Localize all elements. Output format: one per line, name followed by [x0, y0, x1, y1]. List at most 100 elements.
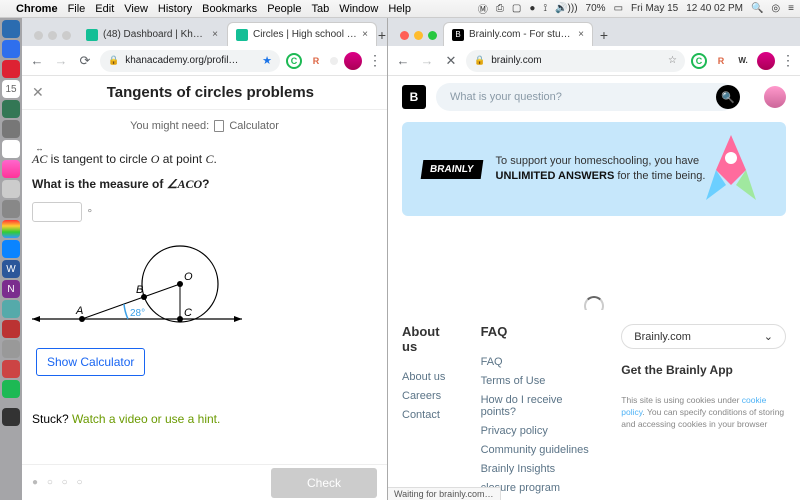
footer-link-contact[interactable]: Contact — [402, 409, 457, 421]
app-name[interactable]: Chrome — [16, 3, 58, 15]
dock-safari-icon[interactable] — [2, 40, 20, 58]
user-avatar[interactable] — [764, 86, 786, 108]
dock-appstore-icon[interactable] — [2, 240, 20, 258]
banner-logo: BRAINLY — [421, 160, 483, 179]
traffic-max[interactable] — [62, 31, 71, 40]
dock-app-icon[interactable] — [2, 340, 20, 358]
traffic-close[interactable] — [34, 31, 43, 40]
back-button[interactable]: ← — [28, 52, 46, 70]
dock-spotify-icon[interactable] — [2, 380, 20, 398]
close-tab-icon[interactable]: × — [578, 29, 584, 40]
dock-app-icon[interactable] — [2, 320, 20, 338]
traffic-min[interactable] — [414, 31, 423, 40]
battery-icon[interactable]: ▭ — [614, 3, 623, 14]
printer-icon[interactable]: ⎙ — [496, 3, 504, 14]
close-tab-icon[interactable]: × — [362, 29, 368, 40]
ext-grammarly-icon[interactable]: C — [691, 53, 707, 69]
menu-help[interactable]: Help — [388, 3, 411, 15]
ext-r-icon[interactable]: R — [713, 53, 729, 69]
new-tab-button[interactable]: + — [377, 24, 387, 46]
footer-link-points[interactable]: How do I receive points? — [481, 394, 598, 418]
status-dot-icon[interactable]: ● — [529, 3, 535, 14]
bookmark-star-icon[interactable]: ☆ — [668, 55, 677, 66]
dock-app-icon[interactable] — [2, 180, 20, 198]
menu-icon[interactable]: ⋮ — [368, 52, 381, 69]
forward-button[interactable]: → — [418, 52, 436, 70]
footer: About us About us Careers Contact FAQ FA… — [388, 310, 800, 500]
dock-chrome-icon[interactable] — [2, 220, 20, 238]
region-select[interactable]: Brainly.com ⌄ — [621, 324, 786, 349]
banner-line2b: for the time being. — [614, 170, 705, 182]
dock-messages-icon[interactable] — [2, 100, 20, 118]
menu-people[interactable]: People — [267, 3, 301, 15]
dock-app-icon[interactable] — [2, 140, 20, 158]
check-button[interactable]: Check — [271, 468, 377, 498]
menu-icon[interactable]: ⋮ — [781, 52, 794, 69]
dock-trash-icon[interactable] — [2, 408, 20, 426]
tab-title: Brainly.com - For students. B — [469, 29, 573, 40]
search-button[interactable]: 🔍 — [716, 85, 740, 109]
dock-word-icon[interactable]: W — [2, 260, 20, 278]
hint-link[interactable]: Watch a video or use a hint. — [72, 412, 220, 426]
dock-mcafee-icon[interactable] — [2, 60, 20, 78]
dock-settings-icon[interactable] — [2, 200, 20, 218]
stop-button[interactable]: ✕ — [442, 52, 460, 70]
dock-calendar-icon[interactable]: 15 — [2, 80, 20, 98]
dock-music-icon[interactable] — [2, 160, 20, 178]
lock-icon: 🔒 — [474, 55, 485, 66]
tab-circles[interactable]: Circles | High school ge × — [227, 22, 377, 46]
footer-link-about[interactable]: About us — [402, 371, 457, 383]
close-tab-icon[interactable]: × — [212, 29, 218, 40]
address-bar[interactable]: 🔒 brainly.com ☆ — [466, 50, 685, 72]
ext-w-icon[interactable]: W. — [735, 53, 751, 69]
reload-button[interactable]: ⟳ — [76, 52, 94, 70]
display-icon[interactable]: ▢ — [512, 3, 521, 14]
question-search-input[interactable]: What is your question? — [436, 83, 736, 111]
menu-bookmarks[interactable]: Bookmarks — [202, 3, 257, 15]
footer-link-privacy[interactable]: Privacy policy — [481, 425, 598, 437]
menu-tab[interactable]: Tab — [311, 3, 329, 15]
footer-link-insights[interactable]: Brainly Insights — [481, 463, 598, 475]
forward-button[interactable]: → — [52, 52, 70, 70]
back-button[interactable]: ← — [394, 52, 412, 70]
dock-app-icon[interactable] — [2, 300, 20, 318]
show-calculator-button[interactable]: Show Calculator — [36, 348, 145, 376]
menu-edit[interactable]: Edit — [95, 3, 114, 15]
footer-link-careers[interactable]: Careers — [402, 390, 457, 402]
dock-finder-icon[interactable] — [2, 20, 20, 38]
notifications-icon[interactable]: ≡ — [788, 3, 794, 14]
menu-view[interactable]: View — [124, 3, 148, 15]
cookie-notice: This site is using cookies under cookie … — [621, 395, 786, 431]
tab-brainly[interactable]: B Brainly.com - For students. B × — [443, 22, 593, 46]
answer-input[interactable] — [32, 202, 82, 222]
wifi-icon[interactable]: ⟟ — [543, 3, 547, 14]
brainly-logo-icon[interactable]: B — [402, 85, 426, 109]
new-tab-button[interactable]: + — [593, 24, 615, 46]
spotlight-icon[interactable]: 🔍 — [751, 3, 763, 14]
point-b-label: B — [136, 284, 143, 296]
footer-link-guidelines[interactable]: Community guidelines — [481, 444, 598, 456]
volume-icon[interactable]: 🔊))) — [555, 3, 577, 14]
bookmark-star-icon[interactable]: ★ — [262, 54, 272, 67]
menu-window[interactable]: Window — [339, 3, 378, 15]
profile-avatar[interactable] — [757, 52, 775, 70]
close-exercise-icon[interactable]: ✕ — [32, 84, 44, 101]
mcafee-icon[interactable]: Ⓜ — [478, 1, 488, 16]
traffic-close[interactable] — [400, 31, 409, 40]
profile-avatar[interactable] — [344, 52, 362, 70]
footer-link-faq[interactable]: FAQ — [481, 356, 598, 368]
dock-onenote-icon[interactable]: N — [2, 280, 20, 298]
menu-file[interactable]: File — [68, 3, 86, 15]
rocket-illustration-icon — [696, 130, 766, 210]
dock-app-icon[interactable] — [2, 360, 20, 378]
traffic-min[interactable] — [48, 31, 57, 40]
address-bar[interactable]: 🔒 khanacademy.org/profil… ★ — [100, 50, 280, 72]
menu-history[interactable]: History — [158, 3, 192, 15]
traffic-max[interactable] — [428, 31, 437, 40]
ext-grammarly-icon[interactable]: C — [286, 53, 302, 69]
siri-icon[interactable]: ◎ — [771, 3, 780, 14]
ext-r-icon[interactable]: R — [308, 53, 324, 69]
dock-app-icon[interactable] — [2, 120, 20, 138]
footer-link-terms[interactable]: Terms of Use — [481, 375, 598, 387]
tab-dashboard[interactable]: (48) Dashboard | Khan A × — [77, 22, 227, 46]
